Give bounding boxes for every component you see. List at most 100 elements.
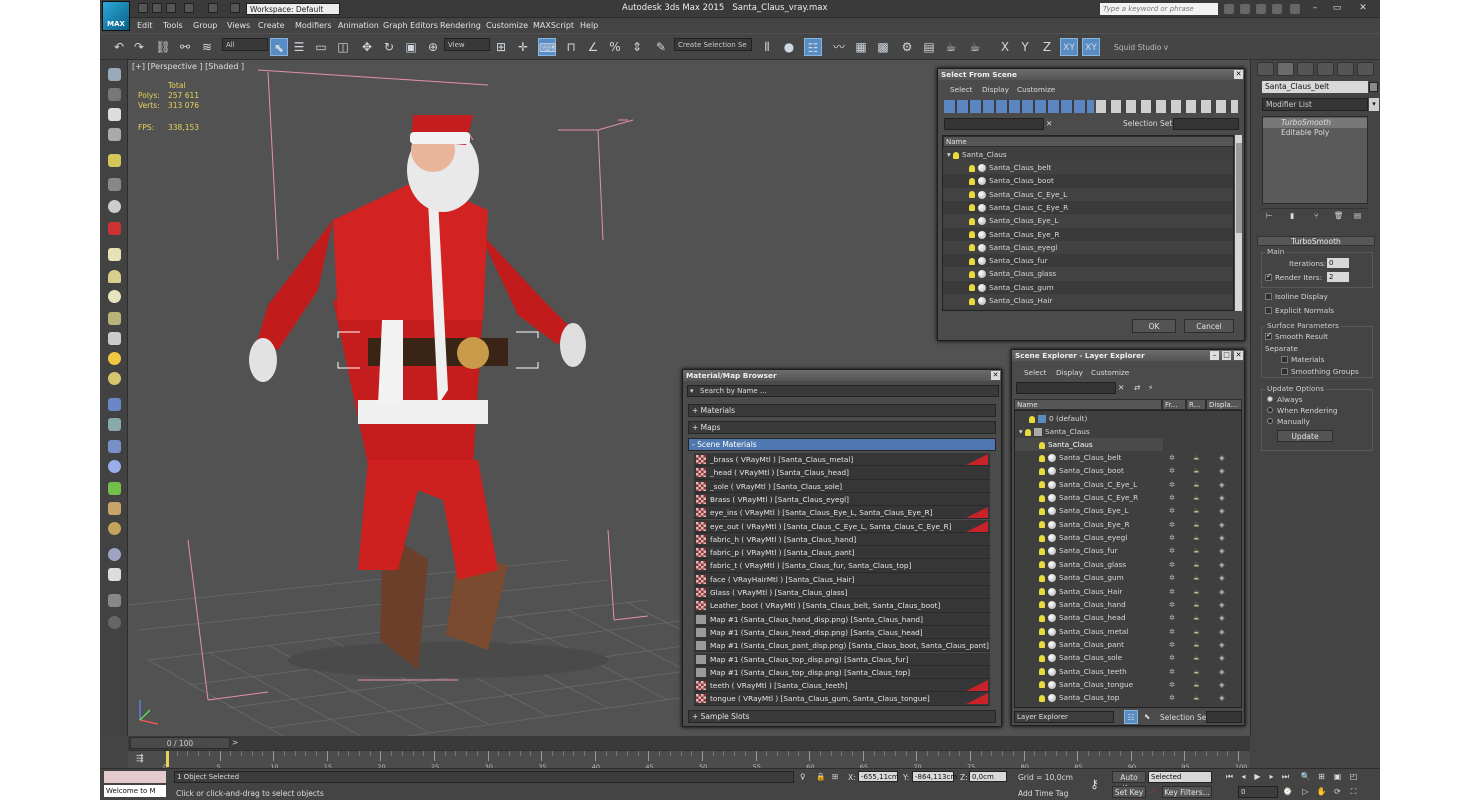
curve-editor-icon[interactable]: 〰 xyxy=(830,38,848,56)
sfs-object-row[interactable]: Santa_Claus_C_Eye_R xyxy=(943,200,1233,215)
question-icon[interactable] xyxy=(108,616,121,629)
freeze-icon[interactable]: ✲ xyxy=(1169,665,1175,678)
link-icon[interactable]: ⛓ xyxy=(154,38,172,56)
maxscript-listener-pink[interactable] xyxy=(104,771,166,783)
motion-tab-icon[interactable] xyxy=(1317,62,1334,76)
light-bulb-icon[interactable] xyxy=(1039,534,1045,542)
sfs-object-row[interactable]: Santa_Claus_boot xyxy=(943,174,1233,188)
key-filters-button[interactable]: Key Filters... xyxy=(1162,786,1212,798)
menu-tools[interactable]: Tools xyxy=(163,21,183,30)
material-row[interactable]: Leather_boot ( VRayMtl ) [Santa_Claus_be… xyxy=(694,599,990,613)
auto-key-button[interactable]: Auto Key xyxy=(1112,771,1146,793)
light-bulb-icon[interactable] xyxy=(1039,654,1045,662)
modifier-list-dropdown[interactable]: Modifier List xyxy=(1262,98,1368,111)
menu-help[interactable]: Help xyxy=(580,21,598,30)
display-box-icon[interactable]: ◈ xyxy=(1219,478,1225,491)
axis-constraint-xy[interactable]: XY xyxy=(1060,38,1078,56)
sfs-menu-customize[interactable]: Customize xyxy=(1017,85,1055,94)
light-bulb-icon[interactable] xyxy=(969,217,975,225)
se-freeze-column-header[interactable]: Fr... xyxy=(1162,399,1186,410)
freeze-icon[interactable]: ✲ xyxy=(1169,518,1175,531)
grass-icon[interactable] xyxy=(108,482,121,495)
light-bulb-icon[interactable] xyxy=(1039,588,1045,595)
sfs-name-column-header[interactable]: Name xyxy=(943,136,1233,147)
save-file-icon[interactable] xyxy=(166,3,176,13)
sfs-object-row[interactable]: Santa_Claus_gum xyxy=(943,280,1233,294)
axis-constraint-x[interactable]: X xyxy=(996,38,1014,56)
select-manipulate-icon[interactable]: ✛ xyxy=(514,38,532,56)
se-name-column-header[interactable]: Name xyxy=(1014,399,1162,410)
render-teapot-icon[interactable]: ☕ xyxy=(1193,451,1200,464)
render-teapot-icon[interactable]: ☕ xyxy=(1193,598,1200,611)
material-editor-icon[interactable]: ▩ xyxy=(874,38,892,56)
named-selection-set-dropdown[interactable]: Create Selection Se xyxy=(674,38,752,51)
maximize-icon[interactable]: □ xyxy=(1222,351,1231,360)
render-teapot-icon[interactable]: ☕ xyxy=(1193,464,1200,477)
explorer-type-dropdown[interactable]: Layer Explorer xyxy=(1014,711,1114,723)
light-bulb-icon[interactable] xyxy=(1039,681,1045,689)
goto-end-icon[interactable]: ⏭ xyxy=(1280,771,1291,782)
cone-icon[interactable] xyxy=(108,332,121,345)
light-bulb-icon[interactable] xyxy=(1039,641,1045,649)
render-iters-spinner[interactable]: 2 xyxy=(1327,272,1349,282)
material-row[interactable]: teeth ( VRayMtl ) [Santa_Claus_teeth] xyxy=(694,679,990,693)
schematic-view-icon[interactable]: ▦ xyxy=(852,38,870,56)
menu-customize[interactable]: Customize xyxy=(486,21,528,30)
material-row[interactable]: eye_ins ( VRayMtl ) [Santa_Claus_Eye_L, … xyxy=(694,506,990,520)
material-row[interactable]: Map #1 (Santa_Claus_pant_disp.png) [Sant… xyxy=(694,639,990,653)
se-object-row[interactable]: Santa_Claus_Eye_R ✲ ☕ ◈ xyxy=(1015,518,1241,531)
zoom-extents-icon[interactable]: ▣ xyxy=(1332,771,1343,782)
previous-frame-icon[interactable]: ◂ xyxy=(1238,771,1249,782)
select-by-name-icon[interactable]: ☰ xyxy=(290,38,308,56)
sfs-root-row[interactable]: ▾ Santa_Claus xyxy=(943,148,1007,161)
display-box-icon[interactable]: ◈ xyxy=(1219,558,1225,571)
display-box-icon[interactable]: ◈ xyxy=(1219,571,1225,584)
freeze-icon[interactable]: ✲ xyxy=(1169,611,1175,624)
se-object-row[interactable]: Santa_Claus_fur ✲ ☕ ◈ xyxy=(1015,544,1241,557)
keyboard-shortcut-override-icon[interactable]: ⌨ xyxy=(538,38,556,56)
make-unique-icon[interactable]: ⑂ xyxy=(1314,211,1319,220)
search-icon[interactable] xyxy=(1224,4,1234,14)
menu-edit[interactable]: Edit xyxy=(137,21,153,30)
se-object-row[interactable]: Santa_Claus_glass ✲ ☕ ◈ xyxy=(1015,558,1241,571)
scene-explorer-icon[interactable]: ☷ xyxy=(804,38,822,56)
sfs-object-row[interactable]: Santa_Claus_glass xyxy=(943,267,1233,281)
render-teapot-icon[interactable]: ☕ xyxy=(1193,665,1200,678)
render-teapot-icon[interactable]: ☕ xyxy=(1193,585,1200,598)
light-bulb-icon[interactable] xyxy=(1029,415,1035,423)
turbosmooth-rollout-header[interactable]: TurboSmooth xyxy=(1257,236,1375,246)
orbit-icon[interactable]: ⟳ xyxy=(1332,786,1343,797)
display-box-icon[interactable]: ◈ xyxy=(1219,544,1225,557)
rotate-icon[interactable]: ↻ xyxy=(380,38,398,56)
se-object-row[interactable]: Santa_Claus_head ✲ ☕ ◈ xyxy=(1015,611,1241,624)
light-bulb-icon[interactable] xyxy=(969,164,975,172)
se-display-column-header[interactable]: Displa... xyxy=(1206,399,1242,410)
menu-group[interactable]: Group xyxy=(193,21,217,30)
material-row[interactable]: Map #1 (Santa_Claus_top_disp.png) [Santa… xyxy=(694,652,990,666)
sfs-object-row[interactable]: Santa_Claus_C_Eye_L xyxy=(943,187,1233,201)
light-bulb-icon[interactable] xyxy=(969,244,975,252)
light-bulb-icon[interactable] xyxy=(1024,428,1031,436)
hierarchy-tab-icon[interactable] xyxy=(1297,62,1314,76)
material-row[interactable]: Glass ( VRayMtl ) [Santa_Claus_glass] xyxy=(694,586,990,600)
light-bulb-icon[interactable] xyxy=(1039,481,1045,489)
window-crossing-icon[interactable]: ◫ xyxy=(334,38,352,56)
zoom-icon[interactable]: 🔍 xyxy=(1300,771,1311,782)
render-icon[interactable] xyxy=(108,222,121,235)
display-box-icon[interactable]: ◈ xyxy=(1219,638,1225,651)
material-row[interactable]: _sole ( VRayMtl ) [Santa_Claus_sole] xyxy=(694,479,990,493)
material-row[interactable]: fabric_p ( VRayMtl ) [Santa_Claus_pant] xyxy=(694,546,990,560)
angle-snap-icon[interactable]: ∠ xyxy=(584,38,602,56)
configure-sets-icon[interactable]: ▤ xyxy=(1354,211,1361,220)
display-box-icon[interactable]: ◈ xyxy=(1219,531,1225,544)
always-radio[interactable] xyxy=(1267,396,1273,402)
sfs-object-row[interactable]: Santa_Claus_Eye_R xyxy=(943,227,1233,241)
freeze-icon[interactable]: ✲ xyxy=(1169,478,1175,491)
se-menu-customize[interactable]: Customize xyxy=(1091,368,1129,377)
light-bulb-icon[interactable] xyxy=(1039,628,1045,636)
se-object-row[interactable]: Santa_Claus_tongue ✲ ☕ ◈ xyxy=(1015,678,1241,691)
tree-icon[interactable] xyxy=(108,312,121,325)
freeze-icon[interactable]: ✲ xyxy=(1169,451,1175,464)
menu-rendering[interactable]: Rendering xyxy=(440,21,481,30)
snaps-toggle-icon[interactable]: ⊓ xyxy=(562,38,580,56)
